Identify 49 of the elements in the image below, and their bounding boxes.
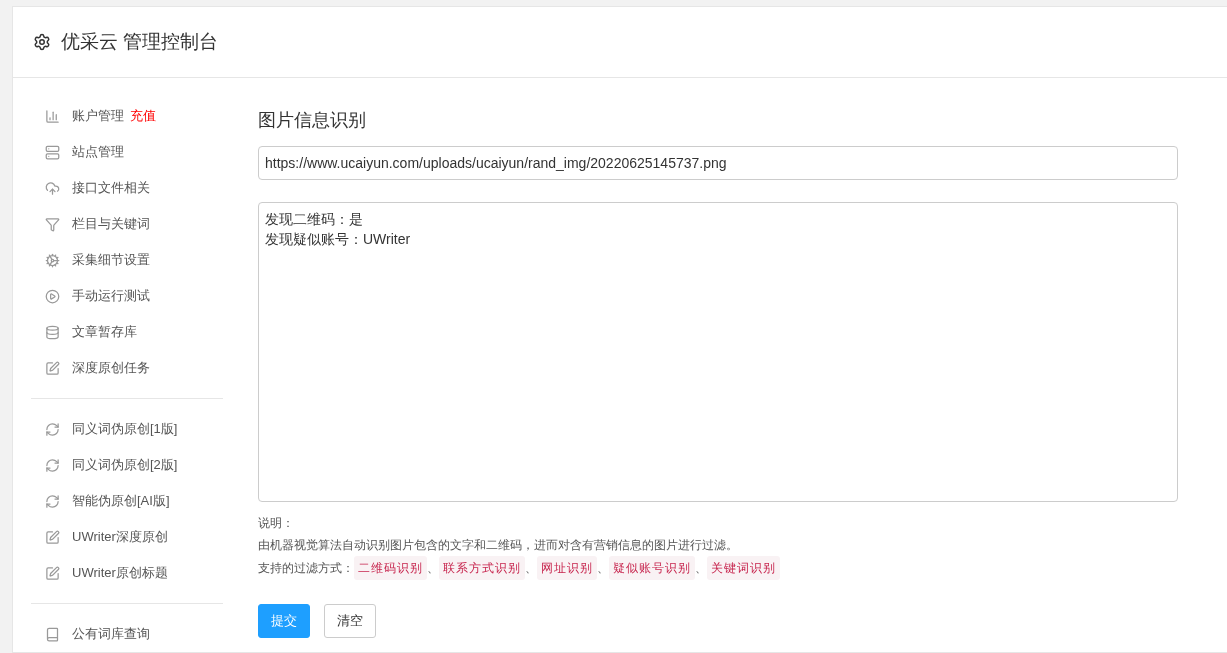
filter-method: 疑似账号识别	[609, 556, 695, 580]
filter-method: 联系方式识别	[439, 556, 525, 580]
sidebar-item[interactable]: 深度原创任务	[72, 359, 150, 377]
sidebar-item[interactable]: 公有词库查询	[72, 625, 150, 643]
separator: 、	[525, 560, 537, 577]
result-line: 发现疑似账号：UWriter	[265, 230, 412, 249]
note-title: 说明：	[258, 515, 295, 532]
filter-method: 网址识别	[537, 556, 597, 580]
server-icon	[45, 144, 60, 160]
filter-method: 关键词识别	[707, 556, 780, 580]
sidebar-item[interactable]: 栏目与关键词	[72, 215, 150, 233]
sidebar-item[interactable]: UWriter原创标题	[72, 564, 168, 582]
sidebar-item[interactable]: 智能伪原创[AI版]	[72, 492, 170, 510]
sidebar-item[interactable]: 站点管理	[72, 143, 124, 161]
cloud-upload-icon	[45, 180, 60, 196]
result-line: 发现二维码：是	[265, 210, 364, 229]
book-icon	[45, 626, 60, 642]
sidebar-item[interactable]: 采集细节设置	[72, 251, 150, 269]
separator: 、	[695, 560, 707, 577]
filter-icon	[45, 216, 60, 232]
page-title: 图片信息识别	[258, 109, 367, 132]
edit-icon	[45, 360, 60, 376]
refresh-icon	[45, 493, 60, 509]
edit-icon	[45, 565, 60, 581]
sidebar-item[interactable]: 同义词伪原创[2版]	[72, 456, 178, 474]
separator: 、	[597, 560, 609, 577]
note-text: 由机器视觉算法自动识别图片包含的文字和二维码，进而对含有营销信息的图片进行过滤。	[258, 537, 739, 554]
filter-method: 二维码识别	[354, 556, 427, 580]
database-icon	[45, 324, 60, 340]
refresh-icon	[45, 421, 60, 437]
settings-icon	[33, 33, 51, 51]
sidebar-item[interactable]: 文章暂存库	[72, 323, 137, 341]
sidebar-item[interactable]: UWriter深度原创	[72, 528, 168, 546]
sidebar-item[interactable]: 接口文件相关	[72, 179, 150, 197]
result-box[interactable]: 发现二维码：是 发现疑似账号：UWriter	[258, 202, 1178, 502]
clear-button[interactable]: 清空	[324, 604, 376, 638]
gears-icon	[45, 252, 60, 268]
edit-icon	[45, 529, 60, 545]
bar-chart-icon	[45, 108, 60, 124]
recharge-link[interactable]: 充值	[130, 107, 156, 125]
separator: 、	[427, 560, 439, 577]
console-title: 优采云 管理控制台	[61, 30, 219, 54]
url-field[interactable]: https://www.ucaiyun.com/uploads/ucaiyun/rand_img/20220625145737.png	[258, 146, 1178, 180]
methods-label: 支持的过滤方式：	[258, 560, 354, 577]
sidebar-item[interactable]: 同义词伪原创[1版]	[72, 420, 178, 438]
refresh-icon	[45, 457, 60, 473]
sidebar-item[interactable]: 手动运行测试	[72, 287, 150, 305]
play-icon	[45, 288, 60, 304]
sidebar-item[interactable]: 账户管理	[72, 107, 124, 125]
